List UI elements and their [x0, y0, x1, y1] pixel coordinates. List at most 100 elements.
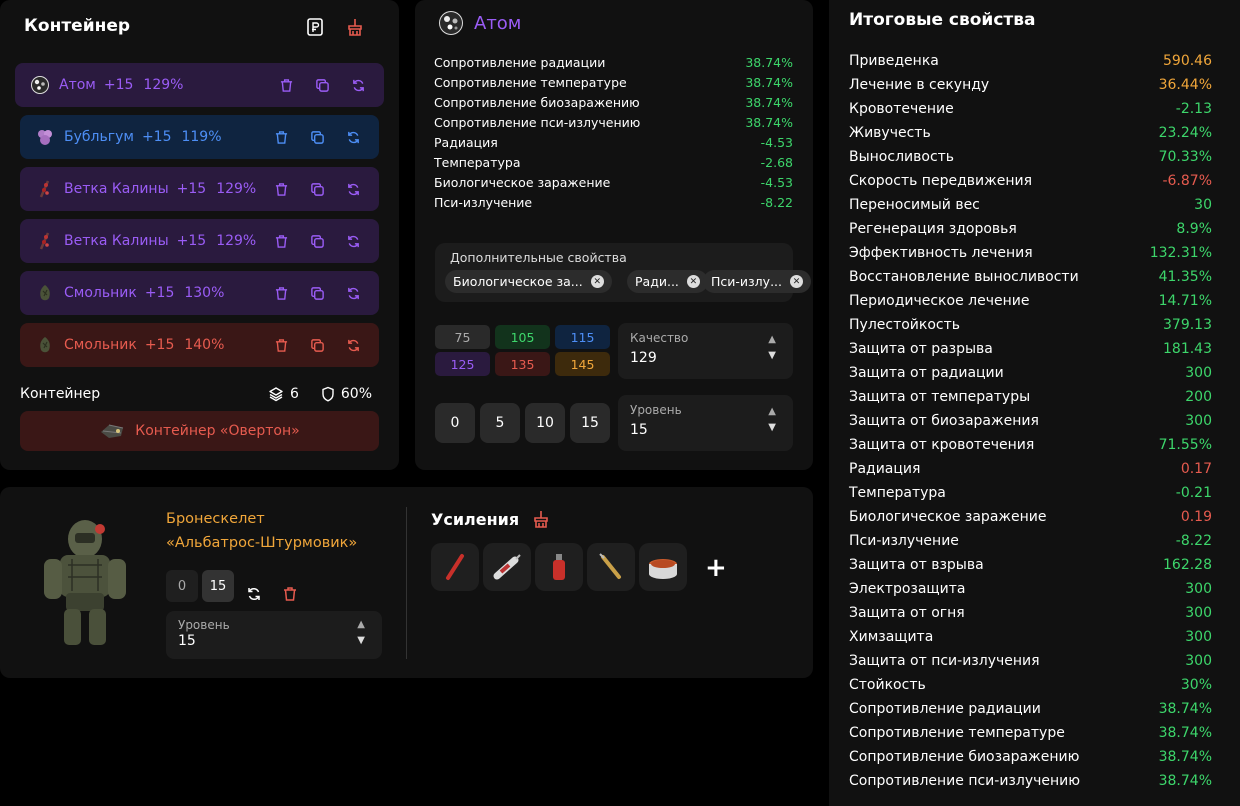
upgrade-slot[interactable] [535, 543, 583, 591]
chevron-up-icon[interactable]: ▲ [357, 619, 365, 630]
artifact-row[interactable]: Атом +15 129% [15, 63, 384, 107]
armor-level-select[interactable]: Уровень 15 ▲ ▼ [166, 611, 382, 659]
upgrade-slot[interactable] [483, 543, 531, 591]
refresh-icon[interactable] [343, 179, 363, 199]
trash-icon[interactable] [271, 179, 291, 199]
quality-preset-button[interactable]: 115 [555, 325, 610, 349]
add-upgrade-button[interactable]: + [705, 553, 727, 583]
chevron-down-icon[interactable]: ▼ [357, 635, 365, 646]
artifact-row[interactable]: Смольник +15 140% [20, 323, 379, 367]
refresh-icon[interactable] [343, 127, 363, 147]
copy-icon[interactable] [307, 127, 327, 147]
total-label: Защита от взрыва [849, 557, 984, 573]
extra-chip[interactable]: Ради... ✕ [627, 270, 708, 293]
total-label: Сопротивление биозаражению [849, 749, 1080, 765]
level-preset-button[interactable]: 5 [480, 403, 520, 443]
total-label: Защита от огня [849, 605, 965, 621]
total-label: Защита от биозаражения [849, 413, 1039, 429]
broom-clear-icon[interactable] [531, 509, 551, 529]
artifact-row[interactable]: Бубльгум +15 119% [20, 115, 379, 159]
prop-label: Биологическое заражение [434, 174, 611, 190]
copy-icon[interactable] [307, 231, 327, 251]
quality-preset-button[interactable]: 125 [435, 352, 490, 376]
artifact-row[interactable]: Ветка Калины +15 129% [20, 219, 379, 263]
quality-preset-button[interactable]: 135 [495, 352, 550, 376]
artifact-row[interactable]: Смольник +15 130% [20, 271, 379, 315]
extra-properties-title: Дополнительные свойства [450, 250, 627, 265]
trash-icon[interactable] [271, 335, 291, 355]
chevron-down-icon[interactable]: ▼ [768, 350, 776, 361]
upgrade-slot[interactable] [587, 543, 635, 591]
prop-label: Температура [434, 154, 521, 170]
container-summary: Контейнер 6 60% [20, 383, 372, 405]
copy-icon[interactable] [307, 283, 327, 303]
container-select-button[interactable]: Контейнер «Овертон» [20, 411, 379, 451]
level-preset-button[interactable]: 10 [525, 403, 565, 443]
document-icon[interactable] [305, 17, 325, 37]
copy-icon[interactable] [312, 75, 332, 95]
trash-icon[interactable] [271, 231, 291, 251]
artifact-name: Ветка Калины [64, 233, 169, 249]
bubblegum-artifact-icon [35, 127, 55, 147]
level-preset-button[interactable]: 0 [435, 403, 475, 443]
extra-chip[interactable]: Пси-излу... ✕ [703, 270, 811, 293]
upgrade-slot[interactable] [639, 543, 687, 591]
total-value: 379.13 [1163, 317, 1212, 333]
copy-icon[interactable] [307, 335, 327, 355]
artifact-level: +15 [176, 181, 207, 197]
copy-icon[interactable] [307, 179, 327, 199]
close-icon[interactable]: ✕ [686, 275, 700, 288]
total-value: 300 [1185, 605, 1212, 621]
refresh-icon[interactable] [343, 335, 363, 355]
refresh-icon[interactable] [244, 578, 264, 610]
layers-icon [268, 386, 284, 402]
divider [406, 507, 407, 659]
total-row: Защита от огня 300 [849, 602, 1212, 624]
total-value: 0.19 [1180, 509, 1212, 525]
close-icon[interactable]: ✕ [590, 275, 604, 288]
resin-artifact-icon [35, 335, 55, 355]
close-icon[interactable]: ✕ [789, 275, 803, 288]
sharpen-button-0[interactable]: 0 [166, 570, 198, 602]
prop-label: Сопротивление температуре [434, 74, 627, 90]
total-row: Сопротивление пси-излучению 38.74% [849, 770, 1212, 792]
quality-preset-button[interactable]: 105 [495, 325, 550, 349]
total-row: Скорость передвижения -6.87% [849, 170, 1212, 192]
total-label: Защита от разрыва [849, 341, 993, 357]
sharpen-button-15[interactable]: 15 [202, 570, 234, 602]
total-value: 181.43 [1163, 341, 1212, 357]
quality-preset-button[interactable]: 145 [555, 352, 610, 376]
chevron-up-icon[interactable]: ▲ [768, 334, 776, 345]
trash-icon[interactable] [271, 283, 291, 303]
total-row: Температура -0.21 [849, 482, 1212, 504]
total-value: 38.74% [1158, 701, 1212, 717]
total-value: 200 [1185, 389, 1212, 405]
chevron-up-icon[interactable]: ▲ [768, 406, 776, 417]
atom-artifact-icon [30, 75, 50, 95]
refresh-icon[interactable] [343, 231, 363, 251]
artifact-row[interactable]: Ветка Калины +15 129% [20, 167, 379, 211]
artifact-name: Ветка Калины [64, 181, 169, 197]
trash-icon[interactable] [271, 127, 291, 147]
level-preset-button[interactable]: 15 [570, 403, 610, 443]
artifact-prop-row: Сопротивление пси-излучению 38.74% [434, 112, 793, 132]
prop-label: Пси-излучение [434, 194, 533, 210]
total-row: Периодическое лечение 14.71% [849, 290, 1212, 312]
total-row: Регенерация здоровья 8.9% [849, 218, 1212, 240]
prop-value: 38.74% [745, 94, 793, 110]
total-row: Биологическое заражение 0.19 [849, 506, 1212, 528]
total-value: 162.28 [1163, 557, 1212, 573]
quality-preset-button[interactable]: 75 [435, 325, 490, 349]
trash-icon[interactable] [280, 578, 300, 610]
extra-chip[interactable]: Биологическое за... ✕ [445, 270, 612, 293]
chevron-down-icon[interactable]: ▼ [768, 422, 776, 433]
refresh-icon[interactable] [348, 75, 368, 95]
quality-select[interactable]: Качество 129 ▲ ▼ [618, 323, 793, 379]
level-select[interactable]: Уровень 15 ▲ ▼ [618, 395, 793, 451]
broom-clear-icon[interactable] [345, 17, 365, 37]
prop-value: 38.74% [745, 74, 793, 90]
resin-artifact-icon [35, 283, 55, 303]
trash-icon[interactable] [276, 75, 296, 95]
upgrade-slot[interactable] [431, 543, 479, 591]
refresh-icon[interactable] [343, 283, 363, 303]
